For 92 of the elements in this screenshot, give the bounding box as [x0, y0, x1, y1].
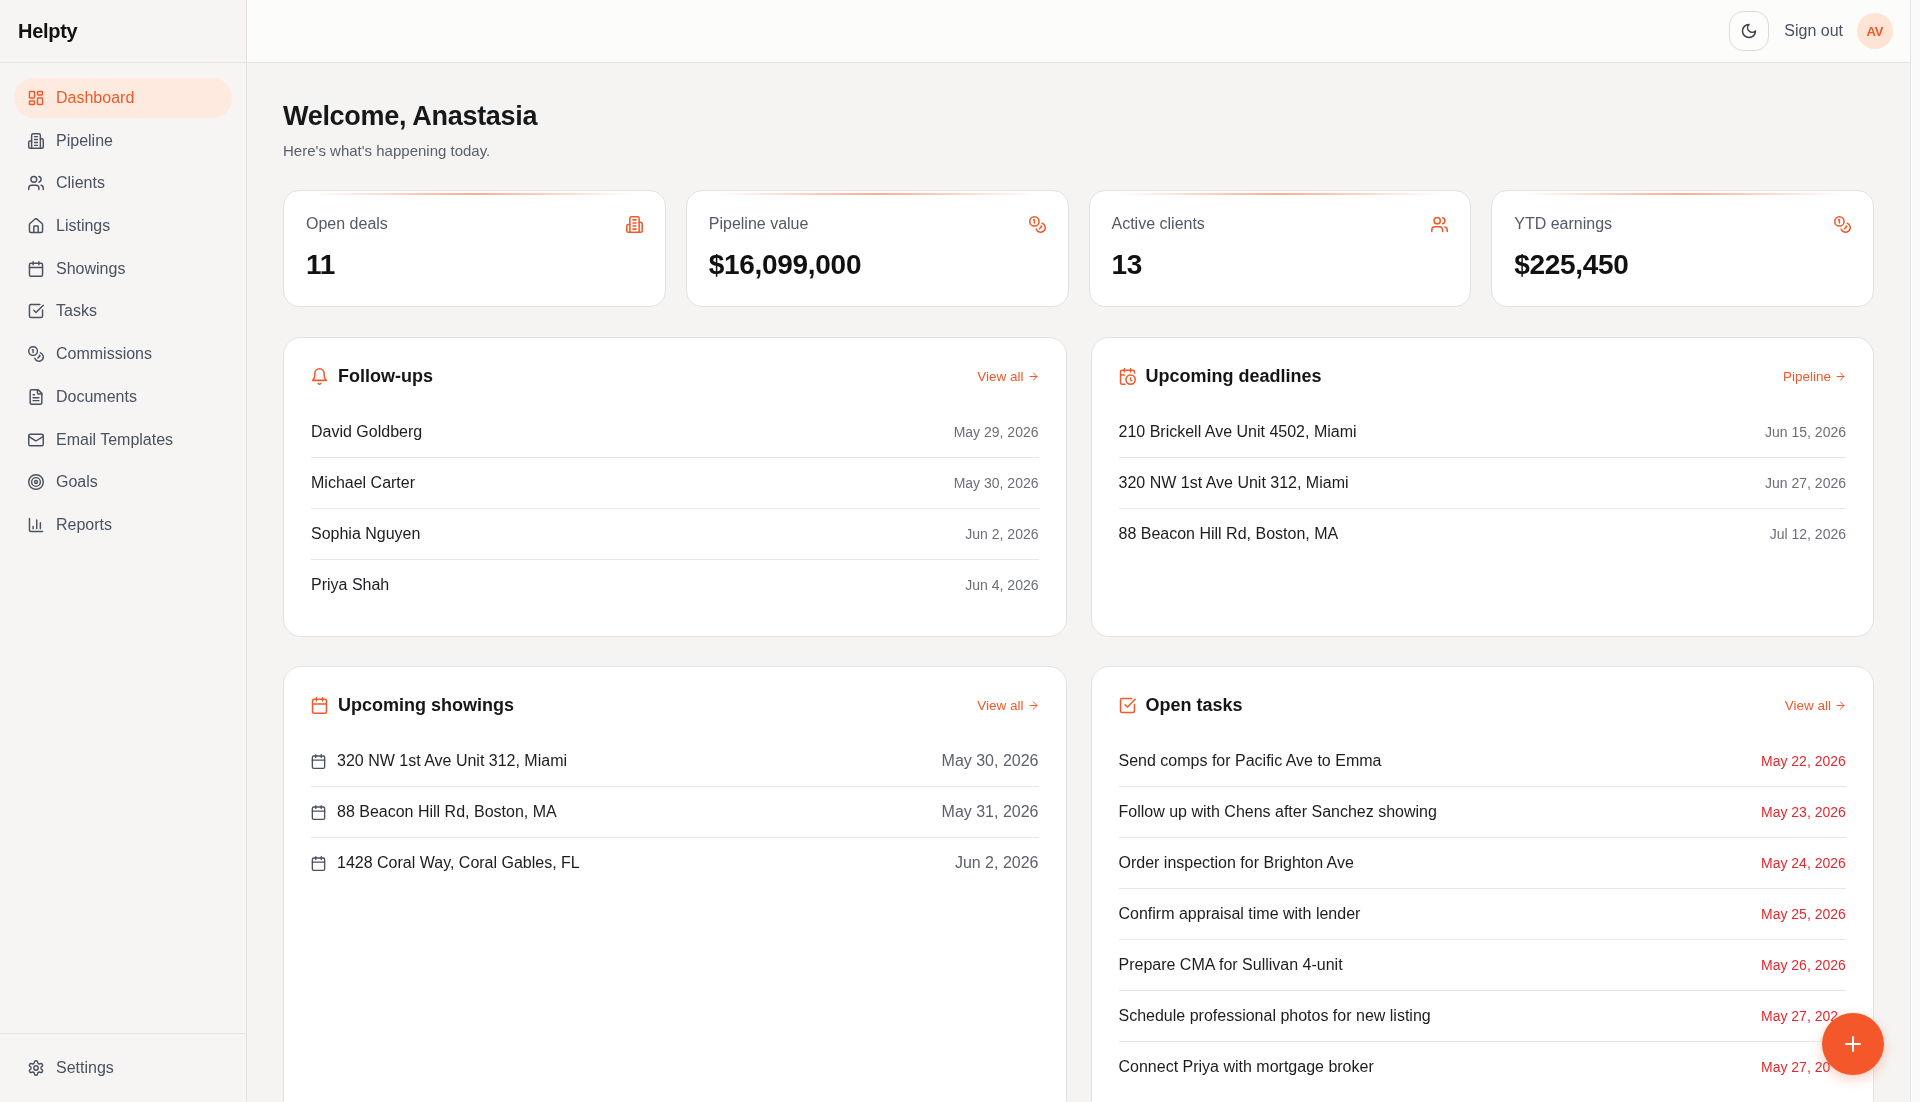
- card-title: Upcoming deadlines: [1145, 365, 1323, 387]
- due-date: May 27, 20: [1761, 1058, 1831, 1077]
- stat-label: YTD earnings: [1514, 214, 1613, 234]
- deadline-date: Jul 12, 2026: [1769, 525, 1846, 544]
- stat-value: $225,450: [1514, 249, 1630, 281]
- property-address: 1428 Coral Way, Coral Gables, FL: [337, 853, 581, 873]
- nav-item[interactable]: Reports: [14, 504, 232, 545]
- property-address: 88 Beacon Hill Rd, Boston, MA: [337, 802, 558, 822]
- nav-item[interactable]: Pipeline: [14, 120, 232, 161]
- sign-out-link[interactable]: Sign out: [1784, 22, 1843, 40]
- users-icon: [1431, 215, 1449, 233]
- due-date: May 25, 2026: [1761, 905, 1846, 924]
- calendar-icon: [311, 804, 326, 820]
- showing-date: May 30, 2026: [941, 751, 1039, 771]
- card-title: Follow-ups: [338, 365, 434, 387]
- task-title: Connect Priya with mortgage broker: [1118, 1057, 1375, 1077]
- bell-icon: [311, 367, 328, 385]
- nav-item[interactable]: Settings: [14, 1048, 232, 1088]
- task-title: Order inspection for Brighton Ave: [1118, 853, 1355, 873]
- moon-icon: [1741, 23, 1758, 39]
- showing-date: May 31, 2026: [941, 802, 1039, 822]
- card-title: Open tasks: [1145, 694, 1244, 716]
- stat-label: Open deals: [306, 214, 388, 234]
- document-icon: [28, 388, 44, 405]
- nav-item[interactable]: Email Templates: [14, 419, 232, 460]
- nav-item[interactable]: Commissions: [14, 334, 232, 375]
- calendar-icon: [311, 855, 326, 871]
- settings-icon: [28, 1060, 44, 1076]
- nav-item[interactable]: Goals: [14, 462, 232, 503]
- property-address: 320 NW 1st Ave Unit 312, Miami: [337, 751, 569, 771]
- stat-value: 13: [1111, 249, 1144, 281]
- due-date: May 23, 2026: [1761, 803, 1846, 822]
- task-title: Prepare CMA for Sullivan 4-unit: [1118, 955, 1344, 975]
- checkbox-icon: [1118, 696, 1136, 714]
- property-address: 88 Beacon Hill Rd, Boston, MA: [1118, 524, 1340, 544]
- target-icon: [28, 474, 44, 491]
- task-title: Confirm appraisal time with lender: [1118, 904, 1362, 924]
- app-logo[interactable]: Helpty: [18, 19, 78, 43]
- coins-icon: [1834, 215, 1851, 233]
- calendar-icon: [28, 260, 44, 277]
- coins-icon: [1028, 215, 1046, 233]
- welcome-subtitle: Here's what's happening today.: [283, 141, 492, 161]
- nav-item[interactable]: Listings: [14, 206, 232, 247]
- arrow-right-icon: [1027, 370, 1039, 382]
- coins-icon: [28, 346, 44, 363]
- task-title: Schedule professional photos for new listing: [1118, 1006, 1432, 1026]
- follow-up-date: May 29, 2026: [953, 423, 1039, 442]
- arrow-right-icon: [1835, 370, 1846, 382]
- calendar-icon: [311, 753, 326, 769]
- nav-item[interactable]: Tasks: [14, 291, 232, 332]
- due-date: May 27, 202: [1761, 1007, 1839, 1026]
- property-address: 320 NW 1st Ave Unit 312, Miami: [1118, 473, 1350, 493]
- due-date: May 24, 2026: [1761, 854, 1846, 873]
- house-icon: [28, 218, 44, 235]
- nav-item[interactable]: Clients: [14, 163, 232, 204]
- scrollbar-track[interactable]: [1910, 0, 1920, 1102]
- due-date: May 26, 2026: [1761, 956, 1846, 975]
- arrow-right-icon: [1835, 699, 1846, 711]
- follow-up-date: May 30, 2026: [953, 474, 1039, 493]
- task-title: Follow up with Chens after Sanchez showing: [1118, 802, 1438, 822]
- checkbox-icon: [28, 303, 44, 320]
- bar-chart-icon: [28, 516, 44, 533]
- users-icon: [28, 175, 44, 192]
- deadline-date: Jun 27, 2026: [1765, 474, 1846, 493]
- stat-value: 11: [306, 249, 336, 281]
- layout-grid-icon: [28, 90, 44, 106]
- contact-name: Michael Carter: [311, 473, 417, 493]
- welcome-title: Welcome, Anastasia: [283, 100, 539, 133]
- card-title: Upcoming showings: [338, 694, 515, 716]
- building-icon: [625, 215, 643, 233]
- contact-name: David Goldberg: [311, 422, 424, 442]
- contact-name: Sophia Nguyen: [311, 524, 422, 544]
- theme-toggle-button[interactable]: [1729, 11, 1770, 51]
- deadline-date: Jun 15, 2026: [1765, 423, 1846, 442]
- stat-label: Active clients: [1111, 214, 1205, 234]
- nav-item[interactable]: Documents: [14, 376, 232, 417]
- stat-label: Pipeline value: [708, 214, 809, 234]
- contact-name: Priya Shah: [311, 575, 391, 595]
- calendar-clock-icon: [1118, 367, 1136, 385]
- follow-up-date: Jun 2, 2026: [965, 525, 1039, 544]
- due-date: May 22, 2026: [1761, 752, 1846, 771]
- plus-icon: [1842, 1033, 1864, 1055]
- envelope-icon: [28, 431, 44, 448]
- property-address: 210 Brickell Ave Unit 4502, Miami: [1118, 422, 1358, 442]
- calendar-icon: [311, 696, 328, 714]
- showing-date: Jun 2, 2026: [954, 853, 1039, 873]
- task-title: Send comps for Pacific Ave to Emma: [1118, 751, 1383, 771]
- building-icon: [28, 132, 44, 149]
- arrow-right-icon: [1027, 699, 1039, 711]
- nav-item[interactable]: Showings: [14, 248, 232, 289]
- stat-value: $16,099,000: [708, 249, 863, 281]
- follow-up-date: Jun 4, 2026: [965, 576, 1039, 595]
